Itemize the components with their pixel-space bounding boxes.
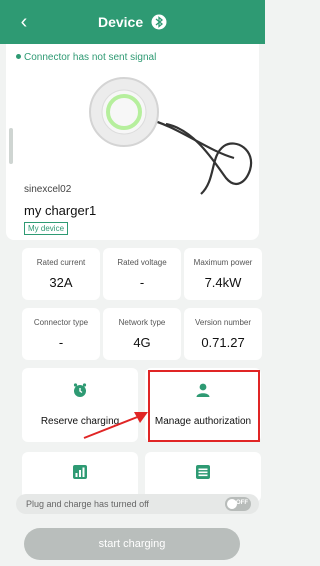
stat-connector-type: Connector type - [22,308,100,360]
annotation-arrow-icon [83,412,148,439]
stat-value: 4G [133,335,151,350]
connector-status-text: Connector has not sent signal [24,52,157,63]
device-name: my charger1 [24,203,97,218]
stat-label: Network type [118,318,166,327]
status-dot-icon [16,54,21,59]
device-id: sinexcel02 [24,184,72,195]
header-bar: ‹ Device [0,0,265,44]
charger-image [89,77,253,195]
page-title-text: Device [97,14,144,30]
page-title: Device [0,14,265,30]
stat-maximum-power: Maximum power 7.4kW [184,248,262,300]
device-badge: My device [24,222,69,235]
stat-network-type: Network type 4G [103,308,181,360]
stat-value: 32A [49,275,73,290]
stat-label: Connector type [33,318,89,327]
stat-label: Rated voltage [117,258,167,267]
plug-and-charge-row: Plug and charge has turned off OFF [16,494,259,514]
highlight-annotation [148,370,260,442]
stat-value: - [58,335,64,350]
stat-label: Version number [194,318,252,327]
stat-value: - [139,275,145,290]
bluetooth-icon[interactable] [151,14,167,30]
stat-rated-current: Rated current 32A [22,248,100,300]
chart-icon [73,465,87,479]
toggle-off-label: OFF [236,500,248,506]
settings-list-icon [196,465,210,479]
plug-and-charge-text: Plug and charge has turned off [26,499,149,509]
plug-and-charge-toggle[interactable]: OFF [225,497,251,511]
start-charging-button[interactable]: start charging [24,528,240,560]
clock-icon [73,383,87,397]
connector-status: Connector has not sent signal [16,52,156,63]
stat-value: 7.4kW [204,275,242,290]
stat-label: Rated current [36,258,86,267]
stat-label: Maximum power [193,258,253,267]
stat-value: 0.71.27 [201,335,245,350]
stat-rated-voltage: Rated voltage - [103,248,181,300]
stat-version-number: Version number 0.71.27 [184,308,262,360]
side-pull-tab[interactable] [9,128,13,164]
